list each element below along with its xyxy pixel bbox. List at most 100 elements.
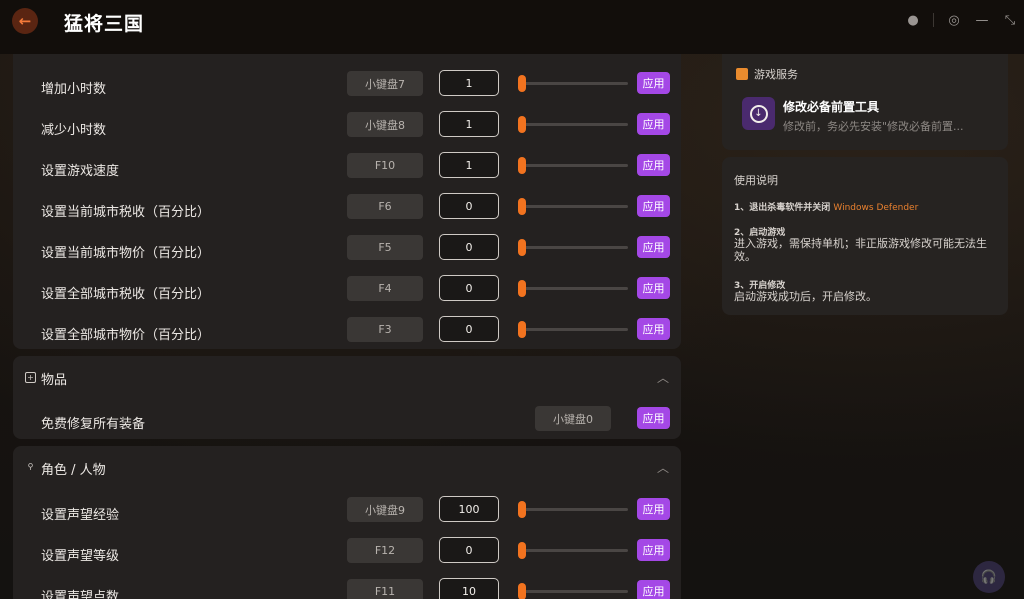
value-input[interactable]: 0 [439, 537, 499, 563]
value-slider[interactable] [518, 157, 628, 174]
cheat-label: 设置当前城市税收（百分比） [41, 205, 211, 220]
apply-button[interactable]: 应用 [637, 407, 670, 429]
value-slider[interactable] [518, 321, 628, 338]
value-slider[interactable] [518, 75, 628, 92]
window-controls: ● ◎ — ⤡ [905, 12, 1018, 28]
hotkey-button[interactable]: F12 [347, 538, 423, 563]
download-tool-button[interactable]: ↓ [742, 97, 775, 130]
apply-button[interactable]: 应用 [637, 277, 670, 299]
chevron-up-icon[interactable]: ︿ [657, 459, 669, 476]
value-input[interactable]: 0 [439, 193, 499, 219]
cheat-row: 设置游戏速度 F10 1 应用 [13, 149, 681, 190]
hotkey-button[interactable]: 小键盘9 [347, 497, 423, 522]
cheat-label: 设置声望等级 [41, 549, 120, 564]
hotkey-button[interactable]: 小键盘0 [535, 406, 611, 431]
apply-button[interactable]: 应用 [637, 195, 670, 217]
step-1-accent: Windows Defender [833, 203, 919, 213]
value-slider[interactable] [518, 239, 628, 256]
usage-guide-card: 使用说明 1、退出杀毒软件并关闭 Windows Defender 2、启动游戏… [722, 157, 1008, 315]
card-title: 游戏服务 [754, 68, 798, 81]
section-header-character[interactable]: ⚲ 角色 / 人物 ︿ [13, 446, 681, 488]
hotkey-button[interactable]: F10 [347, 153, 423, 178]
step-1-text: 1、退出杀毒软件并关闭 [734, 203, 831, 213]
value-slider[interactable] [518, 280, 628, 297]
cheat-row: 免费修复所有装备 小键盘0 应用 [13, 402, 681, 443]
value-input[interactable]: 1 [439, 152, 499, 178]
slider-thumb[interactable] [518, 157, 526, 174]
fullscreen-icon[interactable]: ⤡ [1002, 12, 1018, 28]
slider-thumb[interactable] [518, 116, 526, 133]
hotkey-button[interactable]: F6 [347, 194, 423, 219]
back-button[interactable]: ← [12, 8, 38, 34]
value-slider[interactable] [518, 583, 628, 599]
apply-button[interactable]: 应用 [637, 318, 670, 340]
hotkey-button[interactable]: F5 [347, 235, 423, 260]
value-input[interactable]: 0 [439, 234, 499, 260]
cheat-label: 设置全部城市税收（百分比） [41, 287, 211, 302]
slider-thumb[interactable] [518, 239, 526, 256]
value-slider[interactable] [518, 116, 628, 133]
hotkey-button[interactable]: F3 [347, 317, 423, 342]
value-slider[interactable] [518, 542, 628, 559]
value-input[interactable]: 0 [439, 316, 499, 342]
character-panel: ⚲ 角色 / 人物 ︿ 设置声望经验 小键盘9 100 应用 设置声望等级 F1… [13, 446, 681, 599]
apply-button[interactable]: 应用 [637, 236, 670, 258]
tool-name[interactable]: 修改必备前置工具 [783, 98, 879, 115]
gift-icon [736, 68, 748, 80]
cheat-row: 减少小时数 小键盘8 1 应用 [13, 108, 681, 149]
support-button[interactable]: 🎧 [973, 561, 1005, 593]
slider-thumb[interactable] [518, 198, 526, 215]
headset-icon: 🎧 [980, 569, 998, 585]
cheat-row: 设置全部城市税收（百分比） F4 0 应用 [13, 272, 681, 313]
apply-button[interactable]: 应用 [637, 113, 670, 135]
apply-button[interactable]: 应用 [637, 580, 670, 599]
slider-thumb[interactable] [518, 501, 526, 518]
apply-button[interactable]: 应用 [637, 498, 670, 520]
cheat-row: 设置声望点数 F11 10 应用 [13, 575, 681, 599]
cheat-row: 设置当前城市税收（百分比） F6 0 应用 [13, 190, 681, 231]
items-panel: + 物品 ︿ 免费修复所有装备 小键盘0 应用 [13, 356, 681, 439]
cheat-label: 增加小时数 [41, 82, 107, 97]
chevron-up-icon[interactable]: ︿ [657, 369, 669, 386]
box-icon: + [25, 372, 36, 383]
value-slider[interactable] [518, 198, 628, 215]
value-input[interactable]: 0 [439, 275, 499, 301]
user-icon[interactable]: ● [905, 12, 921, 28]
slider-thumb[interactable] [518, 321, 526, 338]
game-service-card: 游戏服务 ↓ 修改必备前置工具 修改前，务必先安装"修改必备前置... [722, 54, 1008, 150]
arrow-left-icon: ← [18, 12, 32, 30]
download-icon: ↓ [749, 104, 768, 123]
tool-description: 修改前，务必先安装"修改必备前置... [783, 120, 964, 133]
title-bar: ← 猛将三国 ● ◎ — ⤡ [0, 0, 1024, 54]
section-title: 角色 / 人物 [41, 463, 106, 478]
hotkey-button[interactable]: F4 [347, 276, 423, 301]
value-input[interactable]: 100 [439, 496, 499, 522]
step-1-title: 1、退出杀毒软件并关闭 Windows Defender [734, 200, 918, 213]
apply-button[interactable]: 应用 [637, 154, 670, 176]
value-slider[interactable] [518, 501, 628, 518]
cheat-row: 设置声望等级 F12 0 应用 [13, 534, 681, 575]
app-title: 猛将三国 [64, 13, 145, 35]
slider-thumb[interactable] [518, 542, 526, 559]
divider [933, 13, 934, 27]
hotkey-button[interactable]: F11 [347, 579, 423, 599]
person-icon: ⚲ [27, 462, 34, 471]
step-2-body: 进入游戏，需保持单机；非正版游戏修改可能无法生效。 [734, 237, 987, 263]
cheat-label: 设置当前城市物价（百分比） [41, 246, 211, 261]
guide-title: 使用说明 [734, 174, 778, 187]
apply-button[interactable]: 应用 [637, 72, 670, 94]
value-input[interactable]: 1 [439, 70, 499, 96]
slider-thumb[interactable] [518, 583, 526, 599]
section-header-items[interactable]: + 物品 ︿ [13, 356, 681, 398]
step-3-body: 启动游戏成功后，开启修改。 [734, 290, 877, 303]
apply-button[interactable]: 应用 [637, 539, 670, 561]
slider-thumb[interactable] [518, 75, 526, 92]
slider-thumb[interactable] [518, 280, 526, 297]
cheat-row: 增加小时数 小键盘7 1 应用 [13, 67, 681, 108]
settings-icon[interactable]: ◎ [946, 12, 962, 28]
hotkey-button[interactable]: 小键盘7 [347, 71, 423, 96]
value-input[interactable]: 10 [439, 578, 499, 599]
value-input[interactable]: 1 [439, 111, 499, 137]
minimize-icon[interactable]: — [974, 12, 990, 28]
hotkey-button[interactable]: 小键盘8 [347, 112, 423, 137]
